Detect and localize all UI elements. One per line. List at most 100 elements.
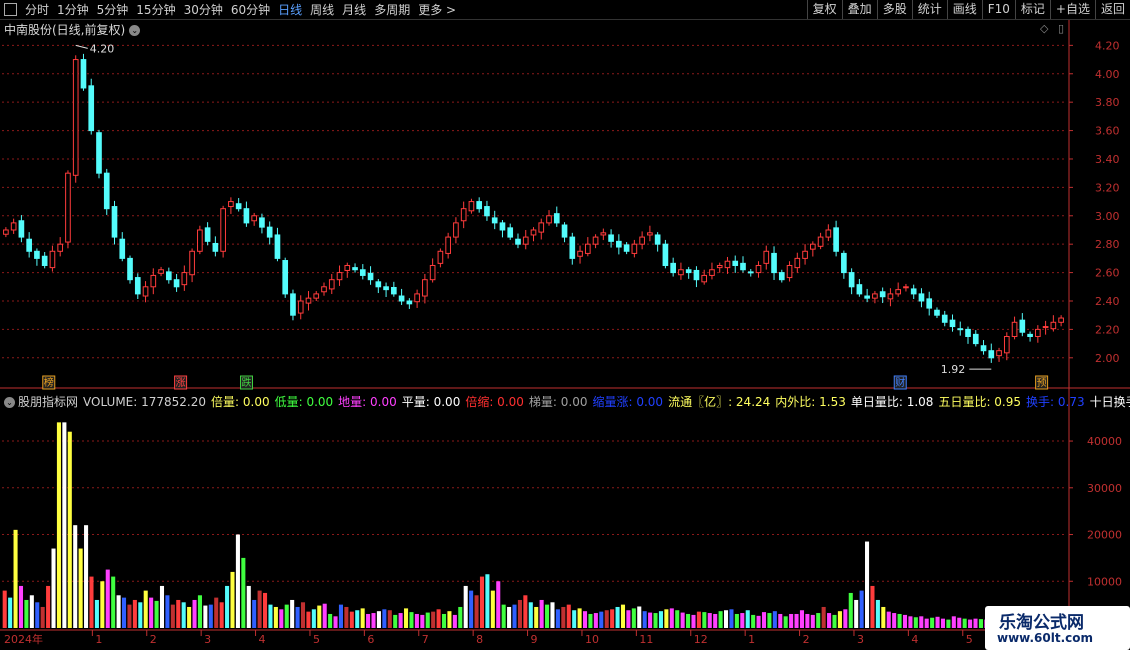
- candle-body-43: [336, 272, 343, 281]
- volume-bar-157: [854, 599, 859, 628]
- low-annotation-label: 1.92: [941, 363, 966, 376]
- candle-body-28: [220, 208, 226, 252]
- candle-body-54: [422, 279, 428, 297]
- volume-bar-135: [734, 613, 739, 628]
- volume-bar-85: [463, 585, 468, 628]
- high-annotation-arrow: [75, 44, 88, 49]
- volume-bar-33: [181, 602, 186, 628]
- price-tick-label-5: 3.20: [1095, 181, 1120, 194]
- volume-bar-73: [398, 613, 403, 628]
- x-month-label-12: 1: [748, 633, 755, 646]
- candle-body-8: [65, 172, 71, 243]
- volume-bar-90: [490, 590, 495, 628]
- volume-bar-112: [610, 609, 615, 628]
- candle-body-21: [165, 271, 172, 281]
- candle-body-57: [445, 236, 451, 254]
- volume-bar-78: [425, 612, 430, 628]
- candle-body-134: [1042, 326, 1049, 329]
- volume-bar-132: [718, 611, 723, 628]
- volume-bar-65: [355, 610, 360, 628]
- candle-body-37: [290, 293, 296, 316]
- volume-bar-53: [290, 599, 295, 628]
- volume-tick-label-1: 30000: [1087, 482, 1122, 495]
- volume-bar-105: [572, 610, 577, 628]
- candle-body-44: [344, 264, 351, 271]
- candle-body-93: [724, 260, 731, 269]
- volume-bar-171: [930, 617, 935, 628]
- volume-bar-134: [729, 609, 734, 628]
- candle-body-11: [88, 85, 95, 132]
- candle-body-87: [678, 269, 684, 276]
- volume-bar-106: [577, 608, 582, 628]
- volume-bar-180: [978, 619, 983, 628]
- volume-bar-12: [67, 431, 72, 628]
- volume-bar-39: [214, 597, 219, 628]
- volume-bar-24: [132, 599, 137, 628]
- x-month-label-7: 8: [476, 633, 483, 646]
- volume-bar-173: [940, 618, 946, 628]
- volume-bar-27: [149, 597, 154, 628]
- candle-body-110: [856, 284, 863, 295]
- x-year-label: 2024年: [4, 632, 43, 646]
- candle-body-0: [3, 229, 9, 235]
- candle-body-69: [538, 222, 545, 233]
- volume-bar-69: [376, 611, 381, 628]
- watermark-title: 乐淘公式网: [999, 613, 1084, 633]
- price-tick-label-1: 4.00: [1095, 68, 1120, 81]
- volume-bar-120: [653, 613, 658, 628]
- x-month-label-13: 2: [803, 633, 810, 646]
- volume-bar-79: [431, 611, 436, 628]
- volume-bar-54: [295, 606, 300, 628]
- volume-bar-140: [761, 612, 767, 628]
- candle-body-123: [957, 328, 964, 331]
- volume-bar-37: [203, 605, 208, 628]
- candle-body-95: [740, 262, 746, 271]
- candle-body-99: [771, 252, 777, 274]
- candle-body-81: [631, 243, 638, 254]
- candle-body-109: [848, 272, 855, 288]
- price-tick-label-9: 2.40: [1095, 295, 1120, 308]
- volume-bar-9: [51, 548, 56, 628]
- volume-bar-76: [414, 613, 419, 628]
- candle-body-131: [1019, 319, 1026, 333]
- volume-bar-20: [111, 576, 116, 628]
- volume-bar-30: [165, 595, 170, 628]
- volume-bar-31: [170, 604, 175, 628]
- volume-bar-97: [528, 602, 533, 628]
- volume-bar-3: [18, 585, 24, 628]
- x-month-label-2: 3: [204, 633, 211, 646]
- candle-body-125: [972, 333, 979, 345]
- volume-bar-74: [404, 608, 409, 628]
- candle-body-63: [491, 217, 498, 224]
- volume-bar-84: [458, 606, 463, 628]
- volume-bar-123: [669, 608, 674, 628]
- candle-body-14: [111, 206, 118, 238]
- candle-body-45: [352, 267, 358, 271]
- candle-body-116: [903, 286, 909, 289]
- candle-body-108: [841, 252, 847, 274]
- volume-bar-141: [767, 613, 772, 628]
- volume-bar-11: [62, 422, 67, 628]
- volume-bar-13: [73, 525, 78, 628]
- x-month-label-1: 2: [150, 633, 157, 646]
- candle-body-133: [1035, 328, 1041, 337]
- candle-body-115: [895, 289, 902, 295]
- candle-body-101: [786, 264, 793, 279]
- volume-bar-163: [886, 611, 891, 628]
- volume-bar-80: [436, 609, 441, 628]
- volume-bar-114: [620, 604, 626, 628]
- candle-body-65: [507, 227, 514, 238]
- volume-bar-56: [306, 611, 311, 628]
- volume-bar-101: [550, 602, 555, 628]
- kline-chart[interactable]: 4.20 4.00 3.80 3.60 3.40 3.20 3.00 2.80 2.60 2.40…: [0, 0, 1130, 650]
- volume-bar-142: [772, 611, 777, 628]
- candle-body-132: [1027, 333, 1033, 337]
- volume-bar-88: [479, 576, 485, 628]
- volume-bar-5: [29, 595, 34, 628]
- candle-body-96: [747, 271, 754, 274]
- volume-bar-154: [837, 611, 842, 628]
- volume-bar-137: [745, 610, 750, 628]
- candle-body-92: [716, 264, 723, 269]
- candle-body-3: [26, 238, 32, 252]
- volume-bar-167: [908, 616, 913, 628]
